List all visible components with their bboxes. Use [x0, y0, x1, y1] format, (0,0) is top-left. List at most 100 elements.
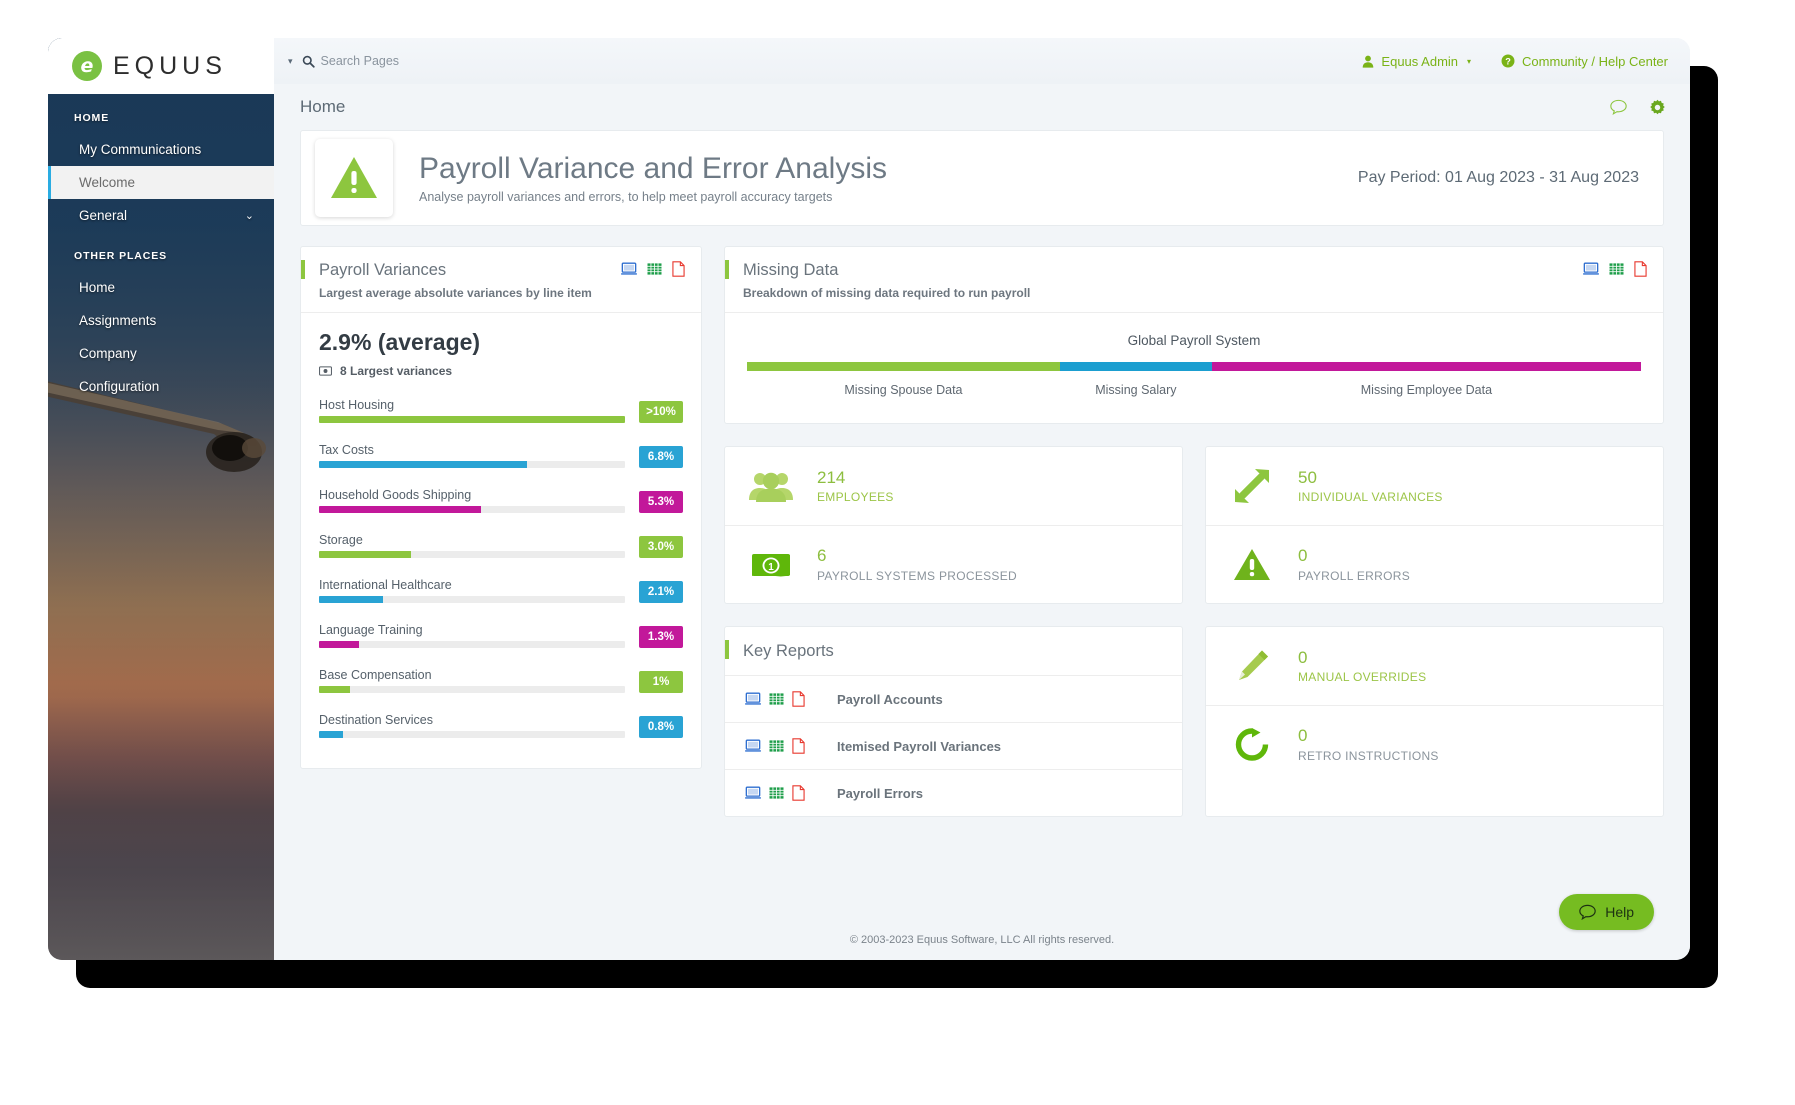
dashboard-content: Payroll Variance and Error Analysis Anal…	[274, 130, 1690, 920]
key-reports-header: Key Reports	[725, 627, 1182, 676]
variance-bar-track	[319, 506, 625, 513]
dashboard-icon[interactable]	[621, 262, 637, 276]
help-center-label: Community / Help Center	[1522, 53, 1668, 69]
missing-data-segment[interactable]	[1059, 362, 1212, 371]
pdf-icon[interactable]	[672, 261, 685, 277]
variance-bar-track	[319, 461, 625, 468]
missing-data-segment[interactable]	[747, 362, 1060, 371]
key-report-row[interactable]: Payroll Accounts	[725, 676, 1182, 722]
search-icon	[302, 55, 315, 68]
help-button[interactable]: Help	[1559, 894, 1654, 930]
sidebar-item-configuration[interactable]: Configuration	[48, 370, 274, 403]
sidebar-item-label: Assignments	[79, 313, 157, 328]
chevron-down-icon: ⌄	[244, 210, 254, 222]
variance-row: Storage 3.0%	[319, 533, 683, 558]
dashboard-icon[interactable]	[745, 786, 761, 800]
missing-data-card: Missing Data Breakdown of missing data r…	[724, 246, 1664, 424]
excel-icon[interactable]	[1609, 262, 1624, 276]
key-report-label[interactable]: Payroll Errors	[837, 786, 923, 801]
variance-label: Tax Costs	[319, 443, 374, 457]
payroll-system-label: Global Payroll System	[1127, 333, 1261, 348]
sidebar-item-label: Welcome	[79, 175, 136, 190]
help-center-link[interactable]: ? Community / Help Center	[1501, 54, 1668, 69]
variance-label: Base Compensation	[319, 668, 432, 682]
missing-data-export-icons	[1583, 261, 1647, 277]
stat-value: 0	[1298, 546, 1308, 566]
svg-text:1: 1	[768, 562, 774, 573]
key-report-row[interactable]: Itemised Payroll Variances	[725, 722, 1182, 769]
excel-icon[interactable]	[769, 739, 784, 753]
nav-section-home: HOME My Communications Welcome General ⌄	[48, 94, 274, 232]
missing-data-body: Global Payroll System Missing Spouse Dat…	[725, 313, 1663, 423]
variance-bar: Host Housing	[319, 398, 625, 423]
variance-bar-track	[319, 551, 625, 558]
variance-value-badge: 1%	[639, 671, 683, 693]
breadcrumb[interactable]: Home	[300, 97, 345, 117]
variance-bar: Household Goods Shipping	[319, 488, 625, 513]
stat-label: EMPLOYEES	[817, 490, 894, 505]
key-report-label[interactable]: Itemised Payroll Variances	[837, 739, 1001, 754]
pdf-icon[interactable]	[1634, 261, 1647, 277]
gear-icon[interactable]	[1649, 99, 1666, 116]
missing-data-segment[interactable]	[1211, 362, 1641, 371]
sidebar-item-welcome[interactable]: Welcome	[48, 166, 274, 199]
sidebar-item-label: My Communications	[79, 142, 202, 157]
variance-count-row: 8 Largest variances	[319, 364, 683, 378]
payroll-variances-header: Payroll Variances Largest average absolu…	[301, 247, 701, 313]
warning-triangle-icon	[315, 139, 393, 217]
footer: © 2003-2023 Equus Software, LLC All righ…	[274, 920, 1690, 960]
search-scope-caret-icon[interactable]: ▾	[288, 56, 293, 67]
sidebar-item-home[interactable]: Home	[48, 271, 274, 304]
pdf-icon[interactable]	[792, 691, 805, 707]
page-header-card: Payroll Variance and Error Analysis Anal…	[300, 130, 1664, 226]
copyright-text: © 2003-2023 Equus Software, LLC All righ…	[849, 934, 1115, 946]
variance-row: Language Training 1.3%	[319, 623, 683, 648]
missing-data-legend: Missing Spouse Data Missing Salary Missing…	[747, 383, 1641, 397]
pdf-icon[interactable]	[792, 785, 805, 801]
dashboard-icon[interactable]	[745, 692, 761, 706]
user-menu-button[interactable]: Equus Admin ▾	[1362, 54, 1471, 69]
top-bar-right: Equus Admin ▾ ? Community / Help Center	[1362, 54, 1668, 69]
sidebar-item-company[interactable]: Company	[48, 337, 274, 370]
key-report-row[interactable]: Payroll Errors	[725, 769, 1182, 816]
stat-label: INDIVIDUAL VARIANCES	[1298, 490, 1443, 505]
variance-bar-fill	[319, 416, 625, 423]
excel-icon[interactable]	[769, 786, 784, 800]
brand-logo[interactable]: e EQUUS	[48, 38, 274, 94]
stat-employees: 214 EMPLOYEES	[725, 447, 1182, 525]
payroll-variances-export-icons	[621, 261, 685, 277]
question-circle-icon: ?	[1501, 54, 1515, 68]
dashboard-icon[interactable]	[1583, 262, 1599, 276]
pencil-icon	[1230, 649, 1274, 683]
stat-text: 0 PAYROLL ERRORS	[1298, 546, 1410, 583]
sidebar-item-my-communications[interactable]: My Communications	[48, 133, 274, 166]
variance-bar-fill	[319, 731, 344, 738]
variance-value-badge: 2.1%	[639, 581, 683, 603]
excel-icon[interactable]	[769, 692, 784, 706]
variance-bar: International Healthcare	[319, 578, 625, 603]
variance-bar: Tax Costs	[319, 443, 625, 468]
variance-bar-fill	[319, 551, 411, 558]
stat-text: 214 EMPLOYEES	[817, 468, 894, 505]
dashboard-icon[interactable]	[745, 739, 761, 753]
search-input[interactable]: Search Pages	[302, 54, 399, 68]
variance-bar-track	[319, 641, 625, 648]
variance-value-badge: 0.8%	[639, 716, 683, 738]
stat-label: RETRO INSTRUCTIONS	[1298, 748, 1439, 763]
key-report-label[interactable]: Payroll Accounts	[837, 692, 943, 707]
money-note-icon: 1	[749, 551, 793, 579]
excel-icon[interactable]	[647, 262, 662, 276]
expand-arrows-icon	[1230, 468, 1274, 504]
pdf-icon[interactable]	[792, 738, 805, 754]
variance-label: International Healthcare	[319, 578, 452, 592]
sidebar-item-general[interactable]: General ⌄	[48, 199, 274, 232]
variance-value-badge: 3.0%	[639, 536, 683, 558]
key-report-icons	[745, 785, 805, 801]
variance-bar-track	[319, 596, 625, 603]
pay-period-label: Pay Period: 01 Aug 2023 - 31 Aug 2023	[1357, 169, 1639, 186]
sidebar-item-assignments[interactable]: Assignments	[48, 304, 274, 337]
svg-text:?: ?	[1505, 57, 1511, 67]
variance-bar-fill	[319, 506, 482, 513]
comment-icon[interactable]	[1610, 99, 1627, 115]
nav-section-label-other-places: OTHER PLACES	[74, 250, 168, 262]
